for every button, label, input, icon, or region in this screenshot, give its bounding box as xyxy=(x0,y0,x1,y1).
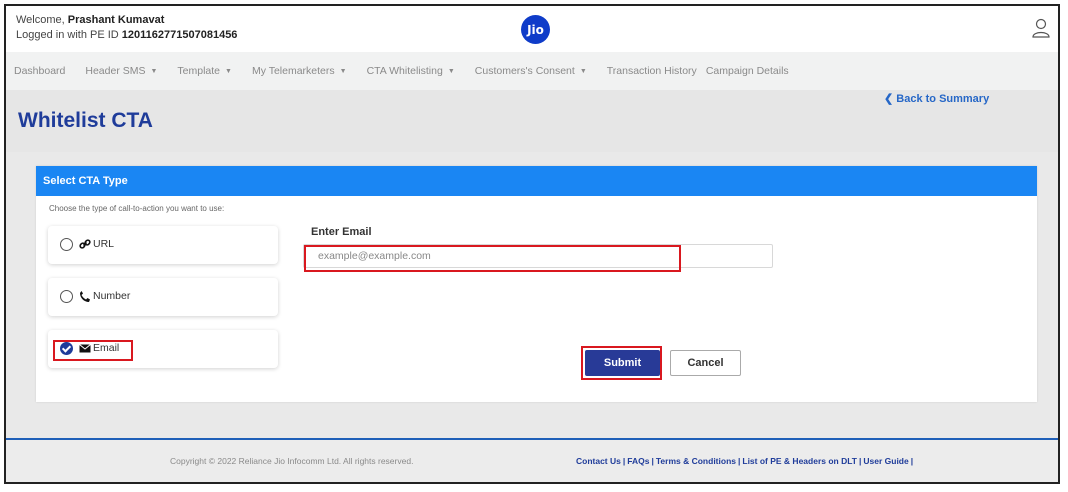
radio-number[interactable] xyxy=(60,290,73,303)
link-icon xyxy=(79,239,91,249)
cancel-button[interactable]: Cancel xyxy=(670,350,741,376)
nav-cta-whitelisting[interactable]: CTA Whitelisting ▼ xyxy=(367,65,455,77)
nav-campaign-details[interactable]: Campaign Details xyxy=(706,65,789,77)
footer-links: Contact Us | FAQs | Terms & Conditions |… xyxy=(576,456,915,466)
footer-link-terms[interactable]: Terms & Conditions xyxy=(656,456,736,466)
nav-template[interactable]: Template ▼ xyxy=(177,65,232,77)
copyright-text: Copyright © 2022 Reliance Jio Infocomm L… xyxy=(170,456,414,466)
footer-link-user-guide[interactable]: User Guide xyxy=(863,456,908,466)
back-to-summary-link[interactable]: ❮ Back to Summary xyxy=(884,92,989,105)
welcome-block: Welcome, Prashant Kumavat Logged in with… xyxy=(16,13,237,43)
nav-label: CTA Whitelisting xyxy=(366,65,443,77)
page-title: Whitelist CTA xyxy=(18,109,153,132)
jio-logo[interactable]: Jio xyxy=(521,15,550,44)
separator: | xyxy=(651,456,654,466)
nav-label: My Telemarketers xyxy=(251,65,335,77)
nav-label: Customers's Consent xyxy=(474,65,575,77)
nav-transaction-history[interactable]: Transaction History xyxy=(607,65,697,77)
footer-link-pe-headers[interactable]: List of PE & Headers on DLT xyxy=(742,456,857,466)
email-input[interactable] xyxy=(303,244,773,268)
caret-down-icon: ▼ xyxy=(447,67,455,75)
user-name: Prashant Kumavat xyxy=(67,14,165,26)
user-profile-icon[interactable] xyxy=(1032,18,1050,38)
radio-email[interactable] xyxy=(60,342,73,355)
nav-header-sms[interactable]: Header SMS ▼ xyxy=(85,65,157,77)
footer-link-contact-us[interactable]: Contact Us xyxy=(576,456,621,466)
nav-label: Transaction History xyxy=(606,65,697,77)
nav-label: Dashboard xyxy=(14,65,66,77)
nav-label: Template xyxy=(177,65,221,77)
option-label: Email xyxy=(93,342,120,354)
content-area: Select CTA Type Choose the type of call-… xyxy=(6,152,1058,438)
option-url[interactable]: URL xyxy=(48,226,278,264)
nav-customers-consent[interactable]: Customers's Consent ▼ xyxy=(475,65,587,77)
welcome-prefix: Welcome, xyxy=(16,14,65,26)
separator: | xyxy=(622,456,626,466)
option-label: Number xyxy=(93,290,131,302)
login-prefix: Logged in with PE ID xyxy=(16,29,119,41)
caret-down-icon: ▼ xyxy=(225,67,232,75)
logo-text: Jio xyxy=(527,22,544,37)
caret-down-icon: ▼ xyxy=(150,67,158,75)
enter-email-label: Enter Email xyxy=(311,226,372,238)
submit-button[interactable]: Submit xyxy=(585,350,660,376)
title-band: Whitelist CTA ❮ Back to Summary xyxy=(6,90,1058,152)
radio-url[interactable] xyxy=(60,238,73,251)
pe-id: 1201162771507081456 xyxy=(121,29,238,41)
app-window: Welcome, Prashant Kumavat Logged in with… xyxy=(4,4,1060,484)
option-number[interactable]: Number xyxy=(48,278,278,316)
caret-down-icon: ▼ xyxy=(579,67,587,75)
nav-my-telemarketers[interactable]: My Telemarketers ▼ xyxy=(252,65,347,77)
separator: | xyxy=(737,456,741,466)
main-nav: Dashboard Header SMS ▼ Template ▼ My Telem… xyxy=(6,52,1058,90)
option-label: URL xyxy=(93,238,115,250)
phone-icon xyxy=(80,291,90,302)
separator: | xyxy=(858,456,862,466)
cta-instruction: Choose the type of call-to-action you wa… xyxy=(49,204,225,213)
separator: | xyxy=(910,456,914,466)
option-email[interactable]: Email xyxy=(48,330,278,368)
cta-type-card: Select CTA Type Choose the type of call-… xyxy=(36,166,1037,402)
footer-link-faqs[interactable]: FAQs xyxy=(627,456,649,466)
top-header: Welcome, Prashant Kumavat Logged in with… xyxy=(6,6,1058,52)
nav-dashboard[interactable]: Dashboard xyxy=(14,65,65,77)
footer: Copyright © 2022 Reliance Jio Infocomm L… xyxy=(6,438,1058,482)
envelope-icon xyxy=(79,344,91,353)
nav-label: Header SMS xyxy=(85,65,146,77)
card-header: Select CTA Type xyxy=(36,166,1037,196)
nav-label: Campaign Details xyxy=(705,65,789,77)
caret-down-icon: ▼ xyxy=(339,67,347,75)
